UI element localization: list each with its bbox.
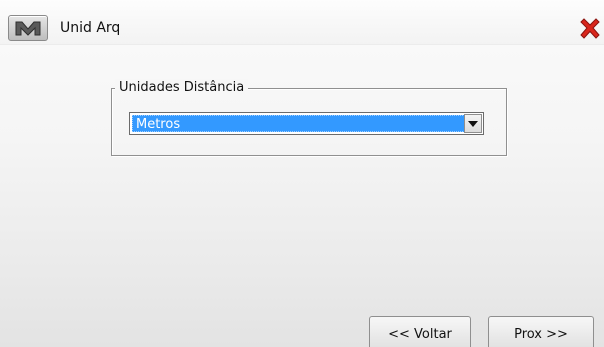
dropdown-button[interactable]: [464, 114, 482, 133]
next-button[interactable]: Prox >>: [488, 316, 594, 347]
back-button[interactable]: << Voltar: [369, 316, 471, 347]
m-logo-icon: [15, 21, 41, 36]
selected-unit-value: Metros: [132, 115, 465, 132]
window-title: Unid Arq: [60, 20, 121, 36]
distance-units-select[interactable]: Metros: [129, 112, 484, 135]
distance-units-legend: Unidades Distância: [115, 79, 249, 96]
close-button[interactable]: [577, 16, 603, 42]
close-x-icon: [580, 18, 600, 39]
menu-button[interactable]: [8, 15, 48, 41]
chevron-down-icon: [468, 120, 478, 127]
title-bar: Unid Arq: [0, 0, 604, 45]
